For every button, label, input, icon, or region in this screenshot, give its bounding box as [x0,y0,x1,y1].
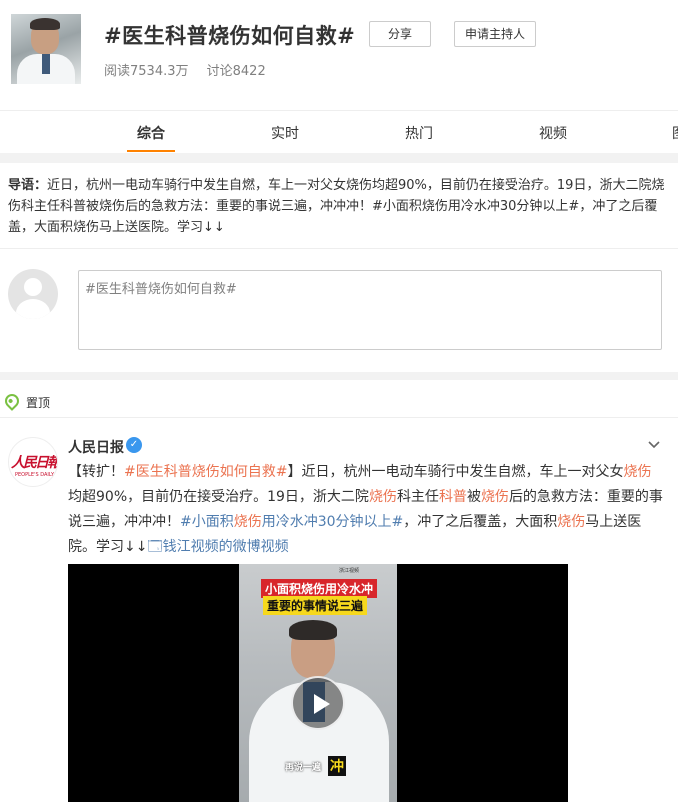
post-text-segment: ，冲了之后覆盖，大面积 [403,514,558,530]
apply-host-button[interactable]: 申请主持人 [454,21,536,47]
post-link[interactable]: #小面积 [180,514,234,530]
tab-realtime[interactable]: 实时 [271,123,299,143]
post-highlight: 烧伤 [557,514,586,530]
read-count: 阅读7534.3万 [104,64,189,79]
author-avatar[interactable]: 人民日報 PEOPLE'S DAILY [8,437,58,487]
topic-thumbnail [11,14,81,84]
video-brand: 浙江视频 [339,568,360,574]
chevron-down-icon[interactable] [648,438,660,450]
tab-bar: 综合 实时 热门 视频 图 [0,110,678,153]
post-highlight: 科普 [438,489,467,505]
tab-hot[interactable]: 热门 [405,123,433,143]
post-highlight: 烧伤 [233,514,262,530]
intro-label: 导语： [8,178,48,193]
post-body: 【转扩！#医生科普烧伤如何自救#】近日，杭州一电动车骑行中发生自燃，车上一对父女… [68,460,664,560]
play-icon[interactable] [291,676,345,730]
post-text-segment: 【转扩！ [68,464,124,480]
verified-badge-icon: ✓ [126,437,142,453]
post-text-segment: 】近日，杭州一电动车骑行中发生自燃，车上一对父女 [287,464,624,480]
post-highlight: 烧伤 [368,489,397,505]
topic-header: #医生科普烧伤如何自救# 分享 申请主持人 阅读7534.3万 讨论8422 [0,0,678,110]
user-avatar-placeholder [8,269,58,319]
tab-video[interactable]: 视频 [539,123,567,143]
post-text-segment: 科主任 [396,489,439,505]
share-button[interactable]: 分享 [369,21,431,47]
section-divider [0,153,678,163]
video-subtitle: 再说一遍 [285,763,322,773]
people-daily-logo-sub: PEOPLE'S DAILY [15,472,55,478]
section-divider [0,372,678,380]
post-link[interactable]: 🗔钱江视频的微博视频 [147,539,288,555]
post-text-segment: 均超90%，目前仍在接受治疗。19日，浙大二院 [68,489,369,505]
post-link[interactable]: 用冷水冲30分钟以上# [262,514,404,530]
post-text-segment: 被 [466,489,481,505]
video-caption-2: 重要的事情说三遍 [263,596,368,615]
intro-divider [0,248,678,249]
tab-comprehensive[interactable]: 综合 [137,123,165,143]
post-highlight: #医生科普烧伤如何自救# [124,464,288,480]
composer-prefill: #医生科普烧伤如何自救# [85,282,237,297]
post-highlight: 烧伤 [480,489,509,505]
topic-title: #医生科普烧伤如何自救# [104,24,356,48]
intro-text: 近日，杭州一电动车骑行中发生自燃，车上一对父女烧伤均超90%，目前仍在接受治疗。… [8,178,665,235]
video-subtitle-big: 冲 [328,756,346,776]
topic-stats: 阅读7534.3万 讨论8422 [104,60,280,79]
people-daily-logo: 人民日報 [11,455,58,471]
active-tab-indicator [127,150,175,152]
video-player[interactable]: 浙江视频 小面积烧伤用冷水冲 重要的事情说三遍 再说一遍 冲 [68,564,568,802]
pinned-divider [0,417,678,418]
tab-images[interactable]: 图 [672,123,678,141]
pinned-label: 置顶 [26,396,51,410]
pin-icon [2,391,22,411]
topic-intro: 导语：近日，杭州一电动车骑行中发生自燃，车上一对父女烧伤均超90%，目前仍在接受… [8,175,668,238]
discussion-count: 讨论8422 [206,64,266,79]
author-name[interactable]: 人民日报 [68,437,124,457]
post-highlight: 烧伤 [623,464,652,480]
post-composer-textarea[interactable]: #医生科普烧伤如何自救# [78,270,662,350]
